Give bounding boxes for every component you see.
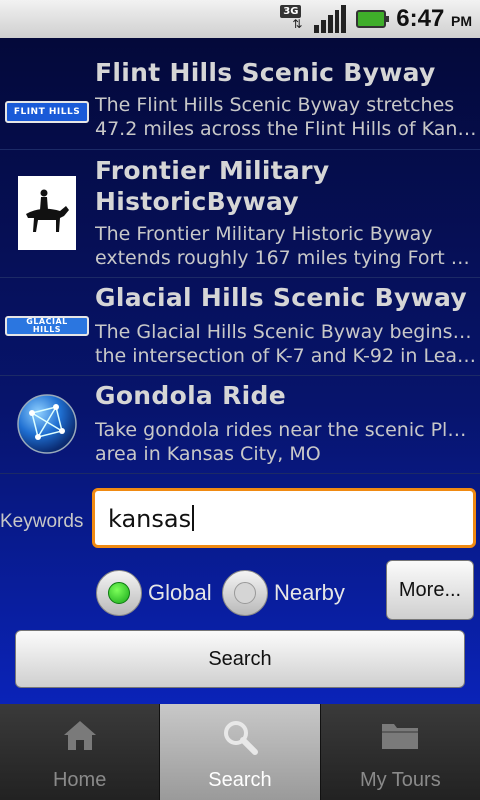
item-desc-line: 47.2 miles across the Flint Hills of Kan… bbox=[95, 118, 477, 140]
battery-charging-icon bbox=[356, 10, 390, 28]
tab-bar: Home Search My Tours bbox=[0, 704, 480, 800]
list-item[interactable]: Frontier Military HistoricByway The Fron… bbox=[0, 150, 480, 278]
globe-icon bbox=[4, 392, 90, 456]
radio-dot-selected bbox=[108, 582, 130, 604]
status-icons: 3G ⇅ 6:47 PM bbox=[280, 0, 480, 38]
sign-text: HILLS bbox=[32, 325, 62, 334]
more-button[interactable]: More... bbox=[386, 560, 474, 620]
item-description: The Frontier Military Historic Byway ext… bbox=[95, 222, 477, 270]
radio-button[interactable] bbox=[96, 570, 142, 616]
tab-home-label: Home bbox=[52, 769, 107, 791]
radio-nearby[interactable]: Nearby bbox=[222, 570, 345, 616]
results-list[interactable]: FLINT HILLS Flint Hills Scenic Byway The… bbox=[0, 38, 480, 474]
item-desc-line: The Flint Hills Scenic Byway stretches bbox=[95, 94, 455, 116]
tab-my-tours-label: My Tours bbox=[359, 769, 441, 791]
glacial-hills-sign: GLACIAL HILLS bbox=[5, 316, 89, 336]
item-desc-line: The Glacial Hills Scenic Byway begins at bbox=[95, 321, 477, 343]
clock-time: 6:47 bbox=[396, 5, 445, 32]
tab-search-label: Search bbox=[208, 769, 272, 791]
search-icon bbox=[221, 718, 259, 760]
folder-icon bbox=[379, 718, 421, 756]
status-bar: 3G ⇅ 6:47 PM bbox=[0, 0, 480, 38]
horse-rider-icon bbox=[4, 175, 90, 251]
item-title-line: Frontier Military bbox=[95, 156, 330, 185]
item-title: Frontier Military HistoricByway bbox=[95, 155, 475, 217]
tab-search[interactable]: Search bbox=[160, 704, 321, 800]
list-item[interactable]: Gondola Ride Take gondola rides near the… bbox=[0, 376, 480, 474]
item-description: Take gondola rides near the scenic Plaza… bbox=[95, 418, 477, 466]
signal-icon bbox=[314, 5, 347, 33]
item-title: Flint Hills Scenic Byway bbox=[95, 58, 436, 87]
item-desc-line: Take gondola rides near the scenic Plaza bbox=[95, 419, 477, 441]
text-caret bbox=[192, 505, 195, 531]
search-button[interactable]: Search bbox=[15, 630, 465, 688]
radio-dot bbox=[234, 582, 256, 604]
item-description: The Glacial Hills Scenic Byway begins at… bbox=[95, 320, 477, 368]
horse-rider-image bbox=[18, 176, 76, 250]
keywords-input[interactable]: kansas bbox=[92, 488, 476, 548]
home-icon bbox=[61, 718, 99, 756]
tab-home[interactable]: Home bbox=[0, 704, 161, 800]
keywords-label: Keywords bbox=[0, 511, 84, 532]
flint-hills-sign: FLINT HILLS bbox=[5, 101, 89, 123]
radio-global[interactable]: Global bbox=[96, 570, 212, 616]
item-desc-line: The Frontier Military Historic Byway bbox=[95, 223, 433, 245]
item-title: Gondola Ride bbox=[95, 381, 286, 410]
radio-global-label: Global bbox=[148, 580, 212, 605]
clock: 6:47 PM bbox=[396, 5, 472, 33]
item-desc-line: area in Kansas City, MO bbox=[95, 443, 321, 465]
list-item[interactable]: FLINT HILLS Flint Hills Scenic Byway The… bbox=[0, 52, 480, 150]
list-item[interactable]: GLACIAL HILLS Glacial Hills Scenic Byway… bbox=[0, 278, 480, 376]
keywords-value: kansas bbox=[108, 505, 192, 533]
3g-data-icon: 3G ⇅ bbox=[280, 3, 310, 35]
item-description: The Flint Hills Scenic Byway stretches 4… bbox=[95, 93, 477, 141]
radio-nearby-label: Nearby bbox=[274, 580, 345, 605]
search-screen: FLINT HILLS Flint Hills Scenic Byway The… bbox=[0, 38, 480, 704]
item-title: Glacial Hills Scenic Byway bbox=[95, 283, 468, 312]
tab-my-tours[interactable]: My Tours bbox=[320, 704, 480, 800]
clock-ampm: PM bbox=[451, 13, 472, 29]
item-desc-line: the intersection of K-7 and K-92 in Leav… bbox=[95, 345, 477, 367]
byway-sign-icon: GLACIAL HILLS bbox=[4, 304, 90, 348]
radio-button[interactable] bbox=[222, 570, 268, 616]
item-desc-line: extends roughly 167 miles tying Fort Lea… bbox=[95, 247, 477, 269]
item-title-line: HistoricByway bbox=[95, 187, 299, 216]
byway-sign-icon: FLINT HILLS bbox=[4, 88, 90, 136]
